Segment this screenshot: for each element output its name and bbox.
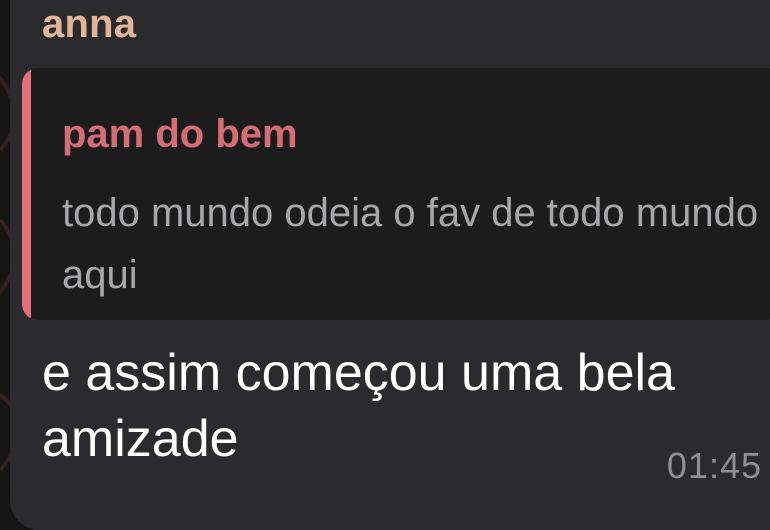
sender-name[interactable]: anna [42, 4, 136, 44]
reply-accent-bar [22, 68, 31, 320]
reply-preview[interactable]: pam do bem todo mundo odeia o fav de tod… [22, 68, 770, 320]
reply-text: todo mundo odeia o fav de todo mundo aqu… [62, 191, 759, 297]
message-time: 01:45 [666, 445, 762, 486]
reply-author: pam do bem [62, 112, 298, 156]
message-text: e assim começou uma bela amizade [42, 344, 675, 468]
